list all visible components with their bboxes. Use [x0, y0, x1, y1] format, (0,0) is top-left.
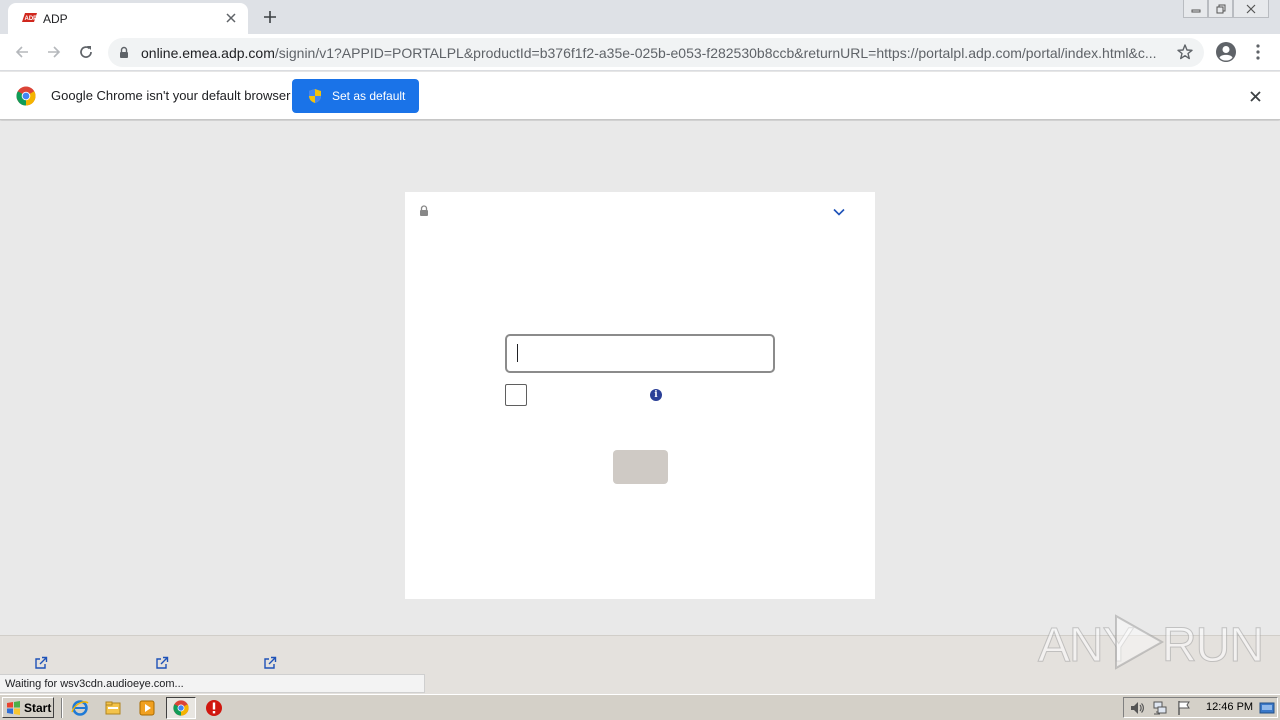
remember-user-checkbox[interactable]: [505, 384, 527, 406]
chrome-taskbar-icon: [173, 700, 189, 716]
next-button[interactable]: [613, 450, 668, 484]
windows-flag-icon: [7, 700, 20, 715]
user-id-input[interactable]: [505, 334, 775, 373]
media-player-icon[interactable]: [138, 699, 156, 717]
status-bubble: Waiting for wsv3cdn.audioeye.com...: [0, 674, 425, 693]
back-icon[interactable]: [9, 39, 35, 65]
start-label: Start: [24, 700, 52, 715]
profile-avatar-icon[interactable]: [1214, 40, 1238, 64]
tab-strip: ADP ADP: [0, 0, 1280, 34]
restore-icon[interactable]: [1208, 0, 1233, 18]
tab-title: ADP: [43, 12, 68, 26]
address-bar[interactable]: online.emea.adp.com/signin/v1?APPID=PORT…: [108, 38, 1204, 67]
play-logo-icon: [1115, 614, 1165, 670]
svg-text:ADP: ADP: [25, 16, 38, 22]
anyrun-watermark: ANY RUN: [1038, 610, 1265, 674]
page-content: i: [0, 121, 1280, 635]
internet-explorer-icon[interactable]: [71, 699, 89, 717]
bookmark-star-icon[interactable]: [1176, 43, 1194, 61]
show-desktop-icon[interactable]: [1259, 700, 1275, 716]
chrome-taskbar-button[interactable]: [166, 697, 196, 719]
taskbar-clock[interactable]: 12:46 PM: [1206, 701, 1253, 713]
action-center-flag-icon[interactable]: [1176, 700, 1192, 716]
browser-tab[interactable]: ADP ADP: [8, 3, 248, 34]
tab-close-icon[interactable]: [222, 9, 240, 27]
url-path: /signin/v1?APPID=PORTALPL&productId=b376…: [274, 45, 1157, 61]
start-button[interactable]: Start: [2, 697, 54, 718]
uac-shield-icon: [309, 89, 321, 103]
windows-taskbar: Start 12:46 PM: [0, 694, 1280, 720]
taskbar-separator: [61, 698, 63, 718]
url-text[interactable]: online.emea.adp.com/signin/v1?APPID=PORT…: [141, 45, 1161, 61]
forward-icon[interactable]: [41, 39, 67, 65]
chrome-logo-icon: [16, 86, 36, 106]
signin-card: i: [405, 192, 875, 599]
infobar-message: Google Chrome isn't your default browser: [51, 88, 291, 103]
browser-toolbar: online.emea.adp.com/signin/v1?APPID=PORT…: [0, 34, 1280, 71]
chevron-down-icon[interactable]: [833, 208, 845, 216]
secure-lock-icon[interactable]: [119, 46, 129, 59]
stop-sign-icon[interactable]: [205, 699, 223, 717]
new-tab-icon[interactable]: [258, 5, 282, 29]
minimize-icon[interactable]: [1183, 0, 1208, 18]
watermark-text-right: RUN: [1162, 619, 1265, 673]
text-caret: [517, 344, 518, 362]
volume-icon[interactable]: [1129, 700, 1145, 716]
external-link-icon[interactable]: [263, 656, 277, 670]
external-link-icon[interactable]: [34, 656, 48, 670]
more-menu-icon[interactable]: [1248, 40, 1268, 64]
set-as-default-label: Set as default: [332, 89, 406, 103]
info-icon[interactable]: i: [650, 389, 662, 401]
window-controls: [1183, 0, 1269, 18]
external-link-icon[interactable]: [155, 656, 169, 670]
reload-icon[interactable]: [73, 39, 99, 65]
default-browser-infobar: Google Chrome isn't your default browser…: [0, 72, 1280, 120]
infobar-close-icon[interactable]: [1246, 87, 1264, 105]
file-explorer-icon[interactable]: [104, 699, 122, 717]
adp-logo-icon: ADP: [22, 13, 38, 22]
network-icon[interactable]: [1152, 700, 1168, 716]
lock-icon: [420, 205, 428, 216]
window-close-icon[interactable]: [1233, 0, 1269, 18]
system-tray: 12:46 PM: [1123, 697, 1278, 718]
set-as-default-button[interactable]: Set as default: [292, 79, 419, 113]
url-host: online.emea.adp.com: [141, 45, 275, 61]
